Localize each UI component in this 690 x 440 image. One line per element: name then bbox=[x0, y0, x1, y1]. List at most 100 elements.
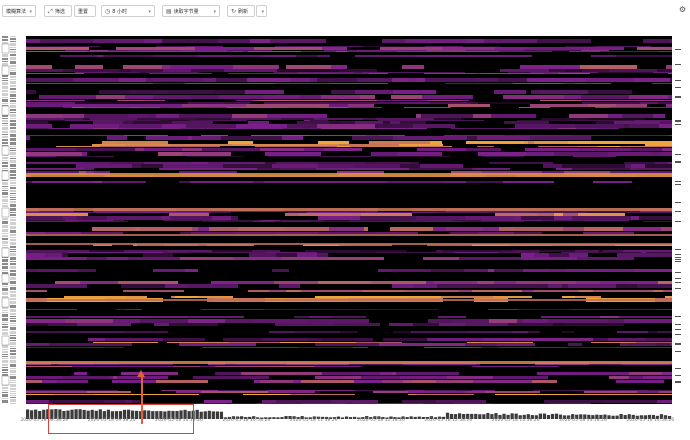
heatmap-cell bbox=[617, 331, 648, 333]
region-label-box[interactable] bbox=[1, 273, 10, 284]
heatmap-cell bbox=[413, 284, 437, 288]
region-label-box[interactable] bbox=[1, 43, 10, 54]
heatmap-cell bbox=[331, 83, 388, 84]
heatmap-cell bbox=[272, 269, 289, 272]
heatmap[interactable] bbox=[26, 36, 672, 404]
heatmap-cell bbox=[515, 124, 575, 128]
filter-button[interactable]: ⤢ 筛选 bbox=[44, 5, 72, 17]
heatmap-cell bbox=[451, 319, 489, 323]
heatmap-cell bbox=[227, 107, 289, 108]
heatmap-cell bbox=[186, 124, 236, 128]
heatmap-cell bbox=[465, 343, 497, 346]
heatmap-cell bbox=[569, 51, 593, 52]
region-label-box[interactable] bbox=[1, 335, 10, 346]
heatmap-cell bbox=[26, 73, 84, 74]
heatmap-cell bbox=[241, 372, 299, 375]
gear-icon[interactable]: ⚙ bbox=[679, 5, 686, 14]
heatmap-cell bbox=[26, 316, 69, 318]
heatmap-cell bbox=[252, 73, 298, 74]
heatmap-cell bbox=[249, 253, 276, 257]
region-strip bbox=[10, 88, 16, 90]
heatmap-band bbox=[26, 208, 672, 211]
heatmap-cell bbox=[617, 253, 638, 257]
region-label-box[interactable] bbox=[1, 297, 10, 308]
region-label-box[interactable] bbox=[1, 375, 10, 386]
heatmap-cell bbox=[124, 331, 168, 333]
region-strip bbox=[10, 182, 16, 184]
region-label-box[interactable] bbox=[1, 207, 10, 218]
region-strip bbox=[10, 156, 16, 157]
heatmap-cell bbox=[234, 51, 243, 52]
region-label-box[interactable] bbox=[1, 65, 10, 76]
metric-select[interactable]: ▤ 读取字节量 ▾ bbox=[162, 5, 220, 17]
heatmap-cell bbox=[473, 380, 532, 383]
region-label-box[interactable] bbox=[1, 247, 10, 258]
time-range-select[interactable]: ◷ 8 小时 ▾ bbox=[101, 5, 155, 17]
heatmap-cell bbox=[248, 121, 269, 124]
heatmap-cell bbox=[431, 269, 464, 272]
heatmap-cell bbox=[268, 391, 315, 393]
region-strip bbox=[2, 134, 8, 135]
refresh-options-button[interactable]: ▾ bbox=[256, 5, 267, 17]
heatmap-cell bbox=[378, 309, 438, 310]
heatmap-cell bbox=[160, 72, 198, 73]
heatmap-cell bbox=[349, 220, 410, 221]
heatmap-cell bbox=[202, 347, 257, 348]
refresh-button[interactable]: ↻ 刷新 bbox=[227, 5, 255, 17]
region-label-box[interactable] bbox=[1, 170, 10, 181]
heatmap-cell bbox=[477, 284, 536, 288]
heatmap-cell bbox=[442, 181, 460, 183]
heatmap-cell bbox=[93, 121, 123, 124]
region-label-box[interactable] bbox=[1, 105, 10, 116]
heatmap-cell bbox=[477, 281, 494, 284]
heatmap-cell bbox=[243, 51, 248, 52]
reset-button[interactable]: 重置 bbox=[74, 5, 96, 17]
heatmap-cell bbox=[188, 136, 192, 140]
heatmap-cell bbox=[610, 107, 671, 108]
heatmap-cell bbox=[377, 100, 427, 101]
region-label-box[interactable] bbox=[1, 145, 10, 156]
heatmap-cell bbox=[26, 366, 72, 367]
region-strip bbox=[10, 320, 16, 322]
region-strip bbox=[10, 356, 16, 359]
heatmap-cell bbox=[366, 162, 375, 164]
heatmap-cell bbox=[540, 250, 575, 252]
heatmap-cell bbox=[658, 102, 672, 104]
heatmap-cell bbox=[603, 250, 623, 252]
heatmap-cell bbox=[105, 338, 163, 341]
heatmap-cell bbox=[316, 168, 349, 170]
right-tick bbox=[675, 64, 681, 65]
heatmap-cell bbox=[93, 39, 144, 43]
heatmap-cell bbox=[527, 47, 584, 50]
heatmap-cell bbox=[154, 342, 158, 343]
region-strip bbox=[2, 245, 8, 246]
right-tick bbox=[675, 162, 681, 163]
region-strip bbox=[2, 288, 8, 291]
region-strip bbox=[10, 138, 16, 141]
refresh-button-label: 刷新 bbox=[238, 9, 249, 15]
preset-select[interactable]: 模糊算法 ▾ bbox=[2, 5, 36, 17]
region-strip bbox=[10, 41, 16, 42]
heatmap-cell bbox=[293, 380, 301, 383]
heatmap-cell bbox=[488, 309, 510, 310]
heatmap-cell bbox=[598, 72, 610, 73]
heatmap-cell bbox=[26, 120, 33, 121]
heatmap-cell bbox=[119, 124, 162, 128]
heatmap-cell bbox=[485, 391, 540, 393]
heatmap-cell bbox=[81, 232, 123, 234]
region-strip bbox=[2, 354, 8, 355]
heatmap-cell bbox=[600, 281, 629, 284]
heatmap-cell bbox=[163, 220, 208, 221]
region-strip bbox=[10, 364, 16, 367]
heatmap-cell bbox=[623, 250, 672, 252]
heatmap-cell bbox=[259, 100, 288, 101]
heatmap-cell bbox=[324, 148, 362, 151]
heatmap-cell bbox=[143, 253, 173, 257]
heatmap-cell bbox=[562, 331, 574, 333]
heatmap-cell bbox=[126, 309, 142, 310]
heatmap-cell bbox=[596, 46, 651, 47]
heatmap-cell bbox=[544, 72, 598, 73]
selection-highlight-box bbox=[48, 404, 194, 434]
heatmap-cell bbox=[75, 102, 136, 104]
heatmap-cell bbox=[493, 135, 504, 136]
